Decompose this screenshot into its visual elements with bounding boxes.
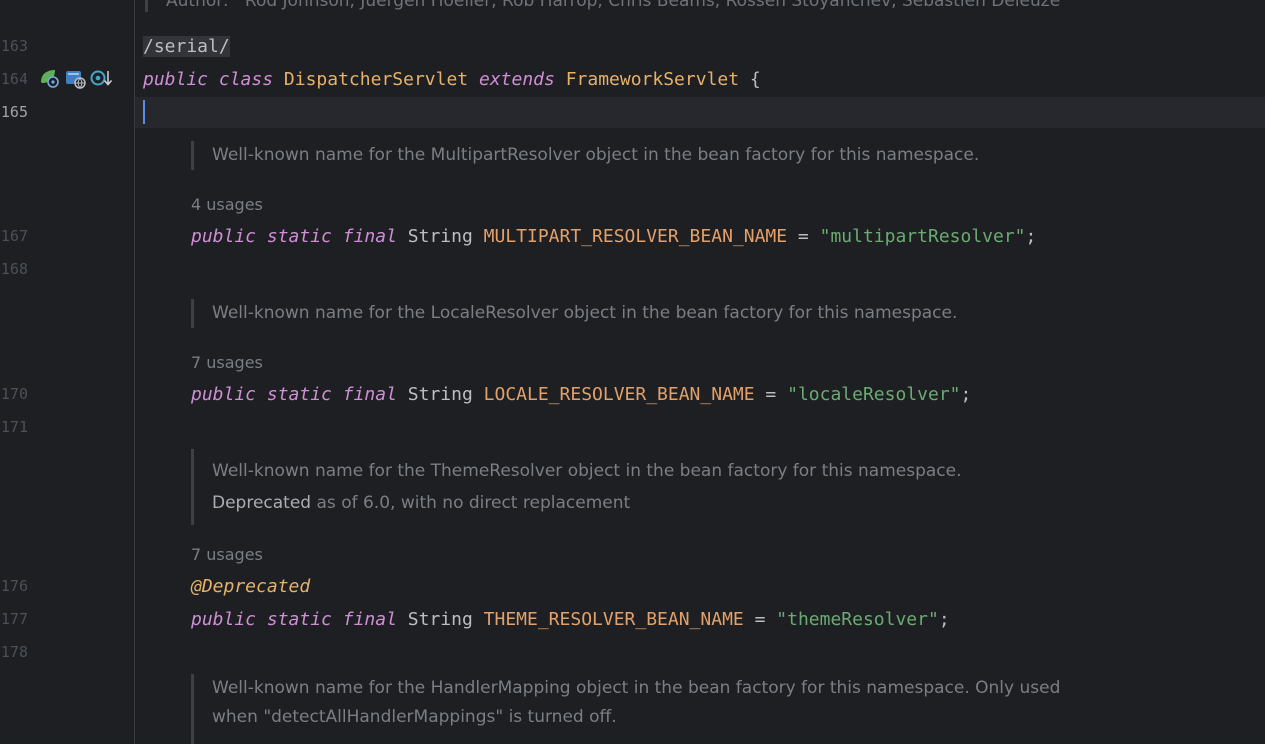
servlet-icon[interactable] [64, 67, 86, 89]
keyword-final: final [342, 609, 397, 630]
spring-bean-icon[interactable] [38, 67, 60, 89]
deprecated-tag: Deprecated [212, 493, 312, 513]
deprecated-annotation: @Deprecated [191, 576, 311, 597]
keyword-extends: extends [478, 69, 555, 90]
doc-text: Well-known name for the MultipartResolve… [212, 145, 980, 165]
keyword-class: class [218, 69, 274, 90]
doc-text: Well-known name for the HandlerMapping o… [212, 678, 1061, 698]
keyword-static: static [266, 609, 332, 630]
line-number: 176 [0, 577, 28, 595]
class-declaration-line: public class DispatcherServlet extends F… [143, 63, 761, 96]
keyword-public: public [191, 384, 257, 405]
keyword-final: final [342, 384, 397, 405]
line-number: 178 [0, 643, 28, 661]
type-string: String [407, 226, 473, 247]
doc-comment-multipart: Well-known name for the MultipartResolve… [191, 141, 979, 170]
doc-comment-handler-mapping: Well-known name for the HandlerMapping o… [191, 674, 1060, 744]
semicolon: ; [938, 609, 950, 630]
assign-operator: = [754, 384, 788, 405]
line-number: 177 [0, 610, 28, 628]
assign-operator: = [787, 226, 820, 247]
deprecated-note: Deprecated as of 6.0, with no direct rep… [212, 487, 962, 519]
doc-text: Well-known name for the ThemeResolver ob… [212, 461, 962, 481]
author-label: Author: [166, 0, 229, 11]
assign-operator: = [743, 609, 777, 630]
string-literal: "localeResolver" [787, 384, 961, 405]
line-number: 171 [0, 418, 28, 436]
keyword-static: static [266, 384, 332, 405]
constant-name[interactable]: MULTIPART_RESOLVER_BEAN_NAME [484, 226, 787, 247]
annotation-line: @Deprecated [191, 570, 310, 603]
usages-hint[interactable]: 7 usages [191, 351, 263, 375]
semicolon: ; [1025, 226, 1037, 247]
constant-name[interactable]: LOCALE_RESOLVER_BEAN_NAME [484, 384, 755, 405]
doc-comment-locale: Well-known name for the LocaleResolver o… [191, 299, 957, 328]
line-number: 164 [0, 70, 28, 88]
current-line-highlight [135, 97, 1265, 128]
doc-text: Well-known name for the LocaleResolver o… [212, 303, 958, 323]
constant-name[interactable]: THEME_RESOLVER_BEAN_NAME [484, 609, 744, 630]
field-declaration-multipart: public static final String MULTIPART_RES… [191, 220, 1036, 253]
class-name[interactable]: DispatcherServlet [284, 69, 468, 90]
doc-text: when "detectAllHandlerMappings" is turne… [212, 707, 617, 727]
line-number: 163 [0, 37, 28, 55]
deprecated-text: as of 6.0, with no direct replacement [311, 493, 631, 513]
author-names: Rod Johnson, Juergen Hoeller, Rob Harrop… [244, 0, 1061, 11]
string-literal: "multipartResolver" [819, 226, 1026, 247]
doc-comment-theme: Well-known name for the ThemeResolver ob… [191, 449, 962, 525]
usages-hint[interactable]: 4 usages [191, 193, 263, 217]
open-brace: { [739, 69, 761, 90]
line-number-current: 165 [0, 103, 28, 121]
serial-tag-line: /serial/ [143, 30, 230, 63]
implemented-override-icon[interactable] [90, 67, 113, 89]
line-number: 167 [0, 227, 28, 245]
semicolon: ; [960, 384, 972, 405]
string-literal: "themeResolver" [776, 609, 939, 630]
keyword-public: public [191, 226, 257, 247]
serial-tag: /serial/ [143, 36, 230, 57]
type-string: String [407, 609, 473, 630]
field-declaration-theme: public static final String THEME_RESOLVE… [191, 603, 950, 636]
line-number: 170 [0, 385, 28, 403]
parent-class-name[interactable]: FrameworkServlet [566, 69, 739, 90]
keyword-static: static [266, 226, 332, 247]
keyword-public: public [143, 69, 209, 90]
keyword-final: final [342, 226, 397, 247]
type-string: String [407, 384, 473, 405]
author-doc-line: Author: Rod Johnson, Juergen Hoeller, Ro… [145, 0, 1060, 12]
keyword-public: public [191, 609, 257, 630]
text-caret [143, 100, 145, 124]
line-number: 168 [0, 260, 28, 278]
field-declaration-locale: public static final String LOCALE_RESOLV… [191, 378, 971, 411]
usages-hint[interactable]: 7 usages [191, 543, 263, 567]
